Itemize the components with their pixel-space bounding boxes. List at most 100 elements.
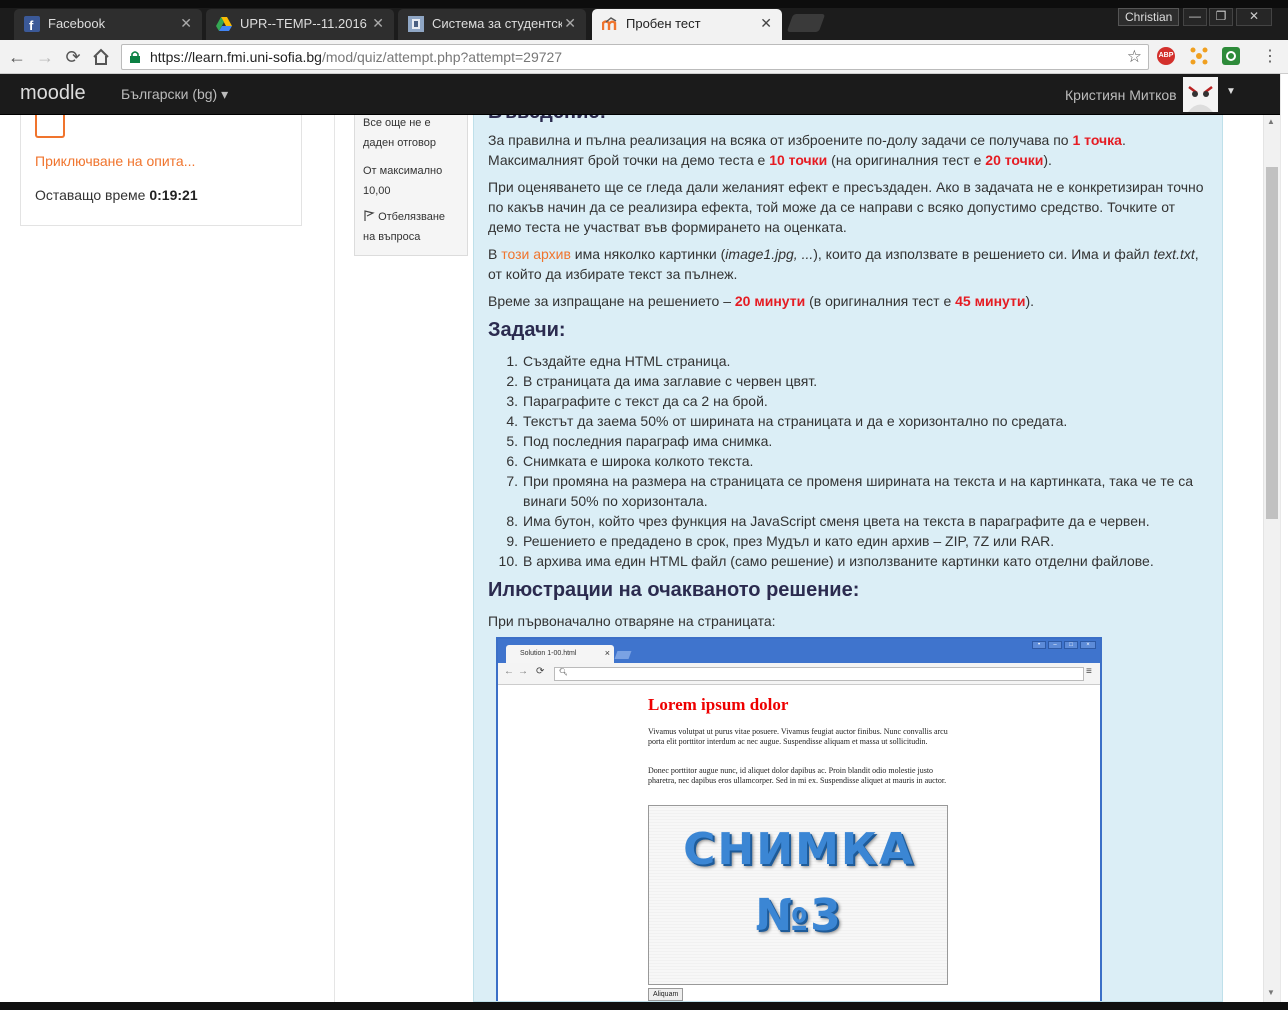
scrollbar-thumb[interactable] <box>1266 167 1278 519</box>
tab-title: Пробен тест <box>626 16 701 31</box>
text: В <box>488 246 502 262</box>
tasks-list: 1. Създайте една HTML страница. 2. В стран… <box>488 351 1208 571</box>
os-taskbar <box>0 1002 1288 1010</box>
image-caption-line-1: СНИМКА <box>683 824 915 875</box>
close-window-icon[interactable]: ✕ <box>1236 8 1272 26</box>
forward-arrow-icon[interactable]: → <box>34 46 56 68</box>
task-text: Снимката е широка колкото текста. <box>523 453 754 469</box>
reload-icon: ⟳ <box>536 666 545 677</box>
reload-icon[interactable]: ⟳ <box>62 46 84 68</box>
search-icon: 🔍︎ <box>559 669 568 676</box>
illustrations-heading: Илюстрации на очакваното решение: <box>488 579 860 601</box>
list-item: 2. В страницата да има заглавие с червен … <box>506 373 818 389</box>
moodle-brand[interactable]: moodle <box>20 82 86 105</box>
intro-paragraph-4: Време за изпращане на решението – 20 мин… <box>488 291 1208 311</box>
adblock-plus-icon[interactable]: ABP <box>1157 47 1175 65</box>
question-content: Въведение: За правилна и пълна реализаци… <box>473 115 1223 1002</box>
url-path: /mod/quiz/attempt.php?attempt=29727 <box>321 49 563 65</box>
illustration-titlebar: Solution 1-00.html × • – □ × <box>498 639 1100 663</box>
tab-facebook[interactable]: f Facebook ✕ <box>14 9 202 40</box>
text: За правилна и пълна реализация на всяка … <box>488 132 1073 148</box>
task-text: Текстът да заема 50% от ширината на стра… <box>523 413 1068 429</box>
chrome-menu-icon[interactable]: ⋮ <box>1262 46 1278 68</box>
browser-tabbar: f Facebook ✕ UPR--TEMP--11.2016 – G ✕ Си… <box>0 0 1288 40</box>
moodle-navbar: moodle Български (bg) ▾ Кристиян Митков … <box>0 74 1280 115</box>
illustration-address-bar: 🔍︎ <box>554 667 1084 681</box>
timer-value: 0:19:21 <box>149 187 198 203</box>
close-tab-icon[interactable]: ✕ <box>564 15 576 32</box>
max-grade-value: 10,00 <box>363 185 391 197</box>
list-item: 10. В архива има един HTML файл (само реш… <box>498 553 1154 569</box>
browser-toolbar: ← → ⟳ https://learn.fmi.uni-sofia.bg/mod… <box>0 40 1288 74</box>
task-text: Под последния параграф има снимка. <box>523 433 773 449</box>
text: (в оригиналния тест е <box>805 293 956 309</box>
maximize-icon: □ <box>1064 641 1078 649</box>
timer-label: Оставащо време <box>35 187 146 203</box>
text: ), които да използвате в решението си. И… <box>813 246 1154 262</box>
text: image1.jpg, ... <box>725 246 814 262</box>
lock-icon <box>130 51 140 63</box>
extension-green-icon[interactable] <box>1222 47 1240 65</box>
home-icon[interactable] <box>90 46 112 68</box>
illustration-paragraph-2: Donec porttitor augue nunc, id aliquet d… <box>648 766 947 785</box>
text: ). <box>1025 293 1035 309</box>
tab-student-system[interactable]: Система за студентски с ✕ <box>398 9 586 40</box>
user-name[interactable]: Кристиян Митков <box>1065 87 1177 103</box>
new-tab-button[interactable] <box>786 14 826 32</box>
column-divider <box>334 115 335 1002</box>
intro-paragraph-2: При оценяването ще се гледа дали желания… <box>488 179 1204 235</box>
language-menu[interactable]: Български (bg) ▾ <box>121 86 228 103</box>
close-tab-icon[interactable]: ✕ <box>760 15 772 32</box>
text: ). <box>1043 152 1052 168</box>
quiz-navigation-block: Приключване на опита... Оставащо време 0… <box>20 115 302 226</box>
illustration-toolbar: ← → ⟳ 🔍︎ ≡ <box>498 663 1100 685</box>
tab-title: UPR--TEMP--11.2016 – G <box>240 16 370 31</box>
close-tab-icon[interactable]: ✕ <box>180 15 192 32</box>
flag-question-link[interactable]: Отбелязване на въпроса <box>363 207 459 247</box>
flag-label: Отбелязване на въпроса <box>363 211 446 243</box>
page-scrollbar[interactable]: ▲ ▼ <box>1263 115 1280 1002</box>
list-item: 4. Текстът да заема 50% от ширината на ст… <box>506 413 1068 429</box>
university-crest-icon <box>408 16 424 32</box>
tab-practice-test[interactable]: Пробен тест ✕ <box>592 9 782 40</box>
question-status: Все още не е даден отговор <box>363 117 436 149</box>
task-text: Решението е предадено в срок, през Мудъл… <box>523 533 1055 549</box>
back-arrow-icon[interactable]: ← <box>6 46 28 68</box>
task-text: В страницата да има заглавие с червен цв… <box>523 373 818 389</box>
extension-hub-icon[interactable] <box>1190 47 1208 65</box>
scroll-down-icon[interactable]: ▼ <box>1267 988 1275 997</box>
facebook-icon: f <box>24 16 40 32</box>
tab-title: Facebook <box>48 16 106 31</box>
google-drive-icon <box>216 17 232 31</box>
tab-google-drive[interactable]: UPR--TEMP--11.2016 – G ✕ <box>206 9 394 40</box>
question-nav-button[interactable] <box>35 115 65 138</box>
minimize-icon: – <box>1048 641 1062 649</box>
task-text: При промяна на размера на страницата се … <box>523 473 1194 509</box>
scroll-up-icon[interactable]: ▲ <box>1267 117 1275 126</box>
address-bar[interactable]: https://learn.fmi.uni-sofia.bg/mod/quiz/… <box>121 44 1149 70</box>
task-text: В архива има един HTML файл (само решени… <box>523 553 1154 569</box>
highlight: 10 точки <box>769 152 828 168</box>
window-edge <box>1280 74 1288 1002</box>
highlight: 20 точки <box>985 152 1044 168</box>
user-menu-caret-icon[interactable]: ▼ <box>1226 86 1236 97</box>
highlight: 1 точка <box>1072 132 1122 148</box>
avatar[interactable] <box>1183 77 1218 112</box>
moodle-icon <box>602 17 617 30</box>
url-text: https://learn.fmi.uni-sofia.bg/mod/quiz/… <box>150 49 562 65</box>
solution-screenshot: Solution 1-00.html × • – □ × ← → ⟳ 🔍︎ ≡ L… <box>496 637 1102 1001</box>
bookmark-star-icon[interactable]: ☆ <box>1127 47 1142 67</box>
finish-attempt-link[interactable]: Приключване на опита... <box>35 153 195 169</box>
close-tab-icon[interactable]: ✕ <box>372 15 384 32</box>
illustration-title: Lorem ipsum dolor <box>648 695 789 714</box>
text: Време за изпращане на решението – <box>488 293 735 309</box>
profile-button[interactable]: Christian <box>1118 8 1180 26</box>
minimize-icon[interactable]: — <box>1183 8 1207 26</box>
highlight: 45 минути <box>955 293 1026 309</box>
menu-icon: ≡ <box>1086 666 1092 677</box>
restore-icon[interactable]: ❐ <box>1209 8 1233 26</box>
illustration-image: СНИМКА №3 <box>648 805 948 985</box>
text: има няколко картинки ( <box>570 246 726 262</box>
list-item: 8. Има бутон, който чрез функция на JavaS… <box>506 513 1150 529</box>
archive-link[interactable]: този архив <box>501 246 571 262</box>
